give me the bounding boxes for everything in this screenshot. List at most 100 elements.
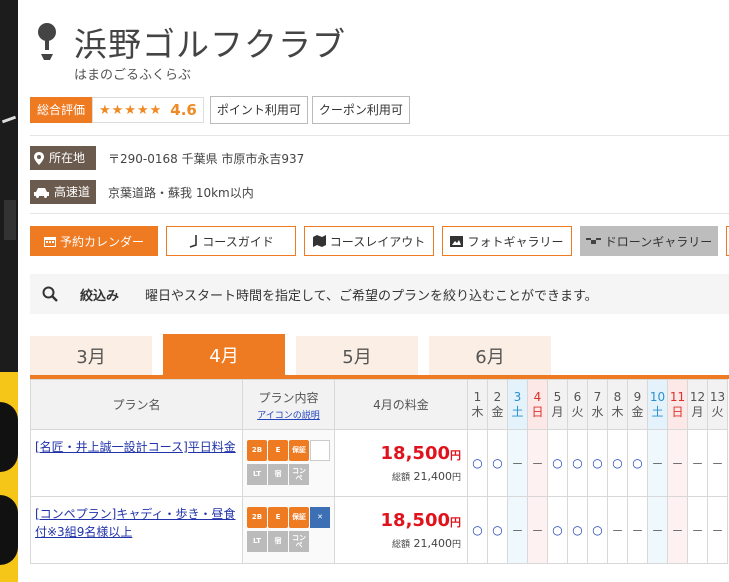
availability-slot-open[interactable]: ○ [627,429,648,497]
availability-slot-open[interactable]: ○ [567,429,588,497]
plan-feature-icon: 2B [247,440,267,461]
plan-icons-cell: 2B E 保証 ✕ LT 宿コンペ [242,429,335,497]
map-marker-icon [34,151,44,165]
day-header: 1木 [467,379,488,430]
day-header: 11 日 [667,379,688,430]
col-price: 4月の料金 [334,379,468,430]
table-row: [名匠・井上誠一設計コース]平日料金 2B E 保証 ✕ LT 宿コンペ 18,500円 総額 … [30,429,728,497]
plan-name-cell: [コンペプラン]キャディ・歩き・昼食付※3組9名様以上 [30,496,243,564]
plan-link[interactable]: [名匠・井上誠一設計コース]平日料金 [35,440,236,454]
golf-club-icon [190,234,198,248]
availability-slot-open[interactable]: ○ [587,429,608,497]
price-unit: 円 [450,449,461,462]
rating-label: 総合評価 [30,97,93,123]
total-value: 21,400 [413,470,452,483]
car-icon [34,187,49,198]
day-header: 3土 [507,379,528,430]
tab-may[interactable]: 5月 [296,336,418,376]
drone-icon [585,238,601,244]
availability-slot-closed: － [707,429,728,497]
point-tag: ポイント利用可 [209,96,308,124]
total-label: 総額 [391,540,410,550]
price-value: 18,500 [380,443,450,464]
map-icon [312,235,326,247]
availability-slot-closed: － [627,496,648,564]
course-nav: 予約カレンダー コースガイド コースレイアウト フォトギャラリー ドローンギャラ… [30,226,729,256]
plan-feature-icon: 宿 [268,531,288,552]
course-guide-button[interactable]: コースガイド [166,226,296,256]
availability-slot-open[interactable]: ○ [487,429,508,497]
total-label: 総額 [391,473,410,483]
photo-icon [450,235,464,247]
availability-slot-closed: － [507,429,528,497]
day-header: 8木 [607,379,628,430]
divider [30,135,729,136]
photo-gallery-button[interactable]: フォトギャラリー [442,226,572,256]
coupon-tag: クーポン利用可 [311,96,410,124]
day-header: 7水 [587,379,608,430]
calendar-button[interactable]: 予約カレンダー [30,226,158,256]
day-header: 13 火 [707,379,728,430]
plan-feature-icon [310,531,330,552]
plan-feature-icon: E [268,507,288,528]
tab-april[interactable]: 4月 [163,334,285,376]
price-unit: 円 [450,516,461,529]
price-cell: 18,500円 総額 21,400円 [334,496,468,564]
availability-slot-closed: － [667,429,688,497]
price-cell: 18,500円 総額 21,400円 [334,429,468,497]
day-header: 12 月 [687,379,708,430]
day-header: 10 土 [647,379,668,430]
day-header: 4日 [527,379,548,430]
rating-box[interactable]: ★★★★★ 4.6 [92,97,204,123]
tab-march[interactable]: 3月 [30,336,152,376]
availability-slot-closed: － [647,496,668,564]
plan-feature-icon: 2B [247,507,267,528]
highway-label: 高速道 [30,180,96,204]
plan-name-cell: [名匠・井上誠一設計コース]平日料金 [30,429,243,497]
course-kana: はまのごるふくらぶ [74,68,192,83]
plan-icons-cell: 2B E 保証 ✕ LT 宿コンペ [242,496,335,564]
plan-feature-icon: ✕ [310,440,330,461]
plan-table: プラン名 プラン内容 アイコンの説明 4月の料金 1木2金3土4日5月6火7水8… [30,379,728,564]
availability-slot-open[interactable]: ○ [547,429,568,497]
plan-feature-icon: コンペ [289,531,309,552]
calendar-icon [43,237,56,247]
plan-feature-icon: LT [247,531,267,552]
price-value: 18,500 [380,510,450,531]
drone-gallery-button[interactable]: ドローンギャラリー [580,226,718,256]
address-label: 所在地 [30,146,96,170]
availability-slot-open[interactable]: ○ [587,496,608,564]
availability-slot-closed: － [607,496,628,564]
rating-stars: ★★★★★ [99,102,163,118]
availability-slot-open[interactable]: ○ [487,496,508,564]
table-row: [コンペプラン]キャディ・歩き・昼食付※3組9名様以上 2B E 保証 ✕ LT 宿コンペ 1… [30,496,728,564]
course-layout-button[interactable]: コースレイアウト [304,226,434,256]
availability-slot-closed: － [647,429,668,497]
tab-june[interactable]: 6月 [429,336,551,376]
search-icon [42,286,58,302]
availability-slot-open[interactable]: ○ [547,496,568,564]
plan-feature-icon: E [268,440,288,461]
day-header: 6火 [567,379,588,430]
total-value: 21,400 [413,537,452,550]
availability-slot-closed: － [687,429,708,497]
plan-feature-icon: LT [247,464,267,485]
availability-slot-open[interactable]: ○ [467,429,488,497]
highway-row: 高速道 京葉道路・蘇我 10km以内 [30,180,254,204]
total-unit: 円 [451,473,461,483]
address-value: 〒290-0168 千葉県 市原市永吉937 [108,151,305,166]
plan-feature-icon [310,464,330,485]
availability-slot-closed: － [527,429,548,497]
availability-slot-open[interactable]: ○ [607,429,628,497]
plan-link[interactable]: [コンペプラン]キャディ・歩き・昼食付※3組9名様以上 [35,507,236,539]
divider [30,213,729,214]
icon-legend-link[interactable]: アイコンの説明 [243,408,334,421]
availability-slot-open[interactable]: ○ [567,496,588,564]
availability-slot-open[interactable]: ○ [467,496,488,564]
plan-feature-icon: コンペ [289,464,309,485]
filter-bar[interactable]: 絞込み 曜日やスタート時間を指定して、ご希望のプランを絞り込むことができます。 [30,274,729,314]
plan-feature-icon: ✕ [310,507,330,528]
highway-value: 京葉道路・蘇我 10km以内 [108,185,254,200]
rating-score: 4.6 [170,101,197,119]
day-header: 9金 [627,379,648,430]
